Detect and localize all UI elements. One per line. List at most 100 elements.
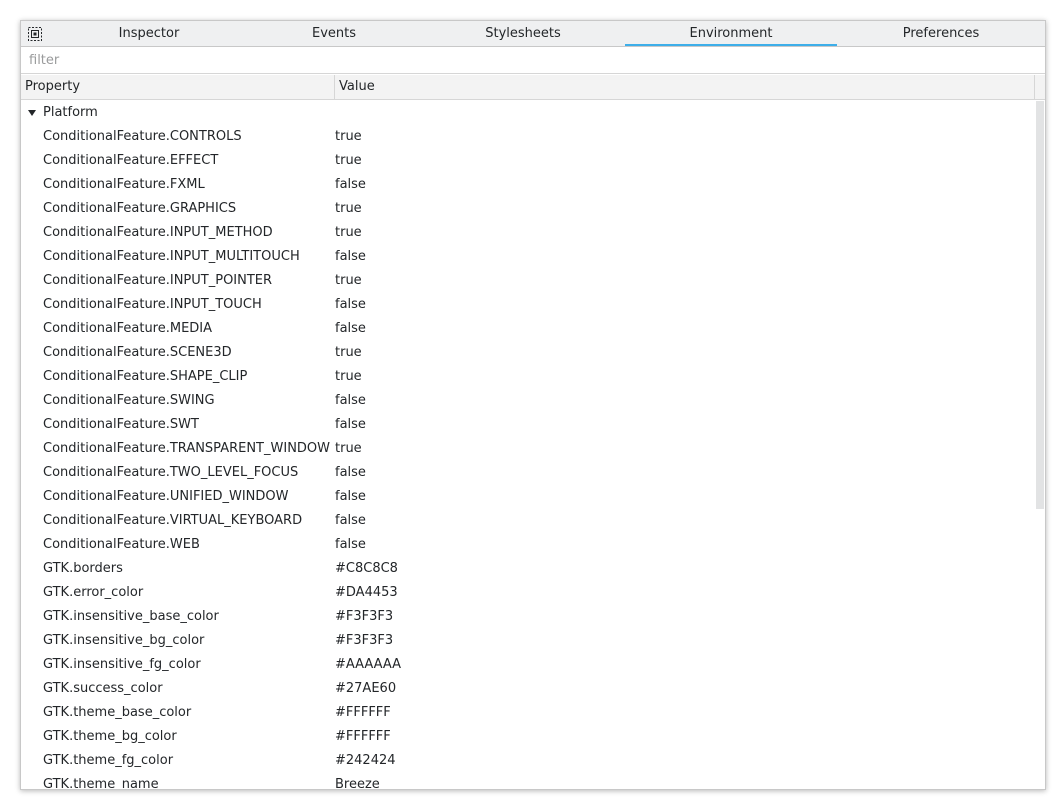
property-value: true (335, 273, 362, 288)
property-value: #242424 (335, 753, 396, 768)
property-value: #FFFFFF (335, 729, 391, 744)
property-value: true (335, 153, 362, 168)
property-value: false (335, 177, 366, 192)
property-key: ConditionalFeature.MEDIA (43, 321, 213, 336)
property-value: true (335, 369, 362, 384)
tab-events[interactable]: Events (247, 21, 421, 46)
filter-input[interactable] (21, 47, 1029, 73)
table-row[interactable]: GTK.theme_base_color #FFFFFF (21, 701, 1035, 725)
property-value: false (335, 465, 366, 480)
tree-group-platform[interactable]: Platform (21, 101, 1035, 125)
property-value: true (335, 225, 362, 240)
property-key: ConditionalFeature.VIRTUAL_KEYBOARD (43, 513, 303, 528)
table-row[interactable]: ConditionalFeature.TWO_LEVEL_FOCUS false (21, 461, 1035, 485)
element-picker-icon (28, 27, 42, 41)
table-row[interactable]: GTK.insensitive_base_color #F3F3F3 (21, 605, 1035, 629)
property-key: GTK.insensitive_fg_color (43, 657, 201, 672)
property-key: ConditionalFeature.SHAPE_CLIP (43, 369, 248, 384)
property-key: ConditionalFeature.INPUT_TOUCH (43, 297, 262, 312)
property-key: ConditionalFeature.SWT (43, 417, 199, 432)
table-row[interactable]: ConditionalFeature.UNIFIED_WINDOW false (21, 485, 1035, 509)
property-value: false (335, 489, 366, 504)
table-row[interactable]: GTK.success_color #27AE60 (21, 677, 1035, 701)
group-label: Platform (43, 105, 98, 120)
table-row[interactable]: ConditionalFeature.SWING false (21, 389, 1035, 413)
property-value: #27AE60 (335, 681, 397, 696)
table-row[interactable]: GTK.theme_name Breeze (21, 773, 1035, 789)
table-row[interactable]: ConditionalFeature.INPUT_TOUCH false (21, 293, 1035, 317)
table-row[interactable]: GTK.theme_fg_color #242424 (21, 749, 1035, 773)
vertical-scrollbar[interactable] (1035, 101, 1045, 789)
table-row[interactable]: ConditionalFeature.INPUT_POINTER true (21, 269, 1035, 293)
scrollbar-thumb[interactable] (1036, 101, 1044, 509)
property-key: GTK.insensitive_bg_color (43, 633, 205, 648)
property-value: false (335, 417, 366, 432)
table-row[interactable]: GTK.insensitive_fg_color #AAAAAA (21, 653, 1035, 677)
tab-preferences[interactable]: Preferences (837, 21, 1045, 46)
property-value: false (335, 513, 366, 528)
table-row[interactable]: GTK.theme_bg_color #FFFFFF (21, 725, 1035, 749)
column-header-property[interactable]: Property (21, 75, 335, 99)
property-key: ConditionalFeature.INPUT_MULTITOUCH (43, 249, 300, 264)
filter-bar (21, 47, 1045, 74)
property-key: ConditionalFeature.SWING (43, 393, 215, 408)
property-key: ConditionalFeature.GRAPHICS (43, 201, 237, 216)
property-rows: ConditionalFeature.CONTROLS true Condition… (21, 125, 1035, 789)
table-row[interactable]: ConditionalFeature.TRANSPARENT_WINDOW tru… (21, 437, 1035, 461)
property-value: false (335, 297, 366, 312)
property-key: ConditionalFeature.FXML (43, 177, 205, 192)
element-picker-button[interactable] (26, 25, 44, 43)
tab-environment[interactable]: Environment (625, 21, 837, 46)
table-row[interactable]: ConditionalFeature.INPUT_MULTITOUCH false (21, 245, 1035, 269)
property-key: GTK.borders (43, 561, 123, 576)
property-key: GTK.success_color (43, 681, 163, 696)
property-key: GTK.theme_bg_color (43, 729, 177, 744)
property-key: ConditionalFeature.TWO_LEVEL_FOCUS (43, 465, 299, 480)
table-row[interactable]: ConditionalFeature.MEDIA false (21, 317, 1035, 341)
table-header: Property Value (21, 75, 1045, 100)
property-key: ConditionalFeature.EFFECT (43, 153, 219, 168)
property-key: ConditionalFeature.WEB (43, 537, 200, 552)
table-row[interactable]: ConditionalFeature.CONTROLS true (21, 125, 1035, 149)
table-row[interactable]: ConditionalFeature.VIRTUAL_KEYBOARD false (21, 509, 1035, 533)
table-row[interactable]: ConditionalFeature.GRAPHICS true (21, 197, 1035, 221)
property-value: #F3F3F3 (335, 633, 394, 648)
property-value: true (335, 129, 362, 144)
tab-stylesheets[interactable]: Stylesheets (421, 21, 625, 46)
column-header-value[interactable]: Value (335, 75, 1035, 99)
property-value: #F3F3F3 (335, 609, 394, 624)
table-row[interactable]: ConditionalFeature.SHAPE_CLIP true (21, 365, 1035, 389)
table-row[interactable]: ConditionalFeature.INPUT_METHOD true (21, 221, 1035, 245)
table-row[interactable]: GTK.borders #C8C8C8 (21, 557, 1035, 581)
property-value: false (335, 537, 366, 552)
table-row[interactable]: ConditionalFeature.WEB false (21, 533, 1035, 557)
property-tree: Platform ConditionalFeature.CONTROLS true… (21, 101, 1035, 789)
triangle-down-icon[interactable] (28, 110, 36, 116)
property-value: true (335, 441, 362, 456)
property-value: false (335, 321, 366, 336)
table-row[interactable]: GTK.insensitive_bg_color #F3F3F3 (21, 629, 1035, 653)
property-key: GTK.theme_base_color (43, 705, 192, 720)
property-key: ConditionalFeature.TRANSPARENT_WINDOW (43, 441, 331, 456)
property-value: false (335, 249, 366, 264)
tab-inspector[interactable]: Inspector (51, 21, 247, 46)
property-key: ConditionalFeature.INPUT_POINTER (43, 273, 273, 288)
table-row[interactable]: ConditionalFeature.SWT false (21, 413, 1035, 437)
property-value: #DA4453 (335, 585, 398, 600)
property-key: ConditionalFeature.INPUT_METHOD (43, 225, 273, 240)
property-key: GTK.error_color (43, 585, 144, 600)
table-row[interactable]: ConditionalFeature.FXML false (21, 173, 1035, 197)
property-value: true (335, 201, 362, 216)
tab-bar: Inspector Events Stylesheets Environment… (21, 21, 1045, 47)
devtools-window: Inspector Events Stylesheets Environment… (20, 20, 1046, 790)
table-row[interactable]: GTK.error_color #DA4453 (21, 581, 1035, 605)
property-key: ConditionalFeature.SCENE3D (43, 345, 232, 360)
table-row[interactable]: ConditionalFeature.EFFECT true (21, 149, 1035, 173)
property-value: true (335, 345, 362, 360)
property-key: GTK.insensitive_base_color (43, 609, 219, 624)
property-value: false (335, 393, 366, 408)
table-row[interactable]: ConditionalFeature.SCENE3D true (21, 341, 1035, 365)
property-value: Breeze (335, 777, 380, 789)
property-key: GTK.theme_name (43, 777, 159, 789)
property-key: GTK.theme_fg_color (43, 753, 174, 768)
